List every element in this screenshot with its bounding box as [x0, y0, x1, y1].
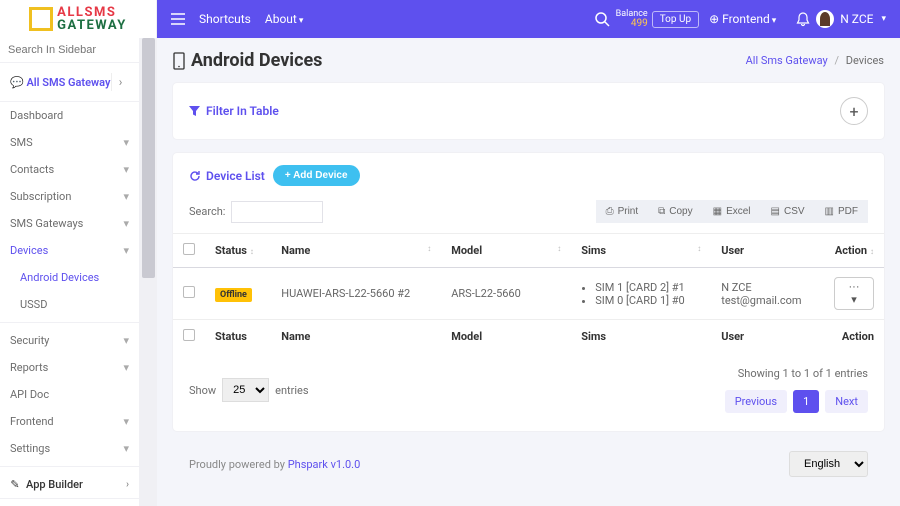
sidebar-item-sms[interactable]: SMS▾ — [0, 129, 139, 156]
pdf-button[interactable]: ▥PDF — [815, 200, 868, 223]
col-status[interactable]: Status↕ — [205, 234, 271, 268]
excel-icon: ▦ — [713, 206, 722, 217]
sidebar-sub-android-devices[interactable]: Android Devices — [0, 264, 139, 291]
sidebar-sub-ussd[interactable]: USSD — [0, 291, 139, 318]
table-search-input[interactable] — [231, 201, 323, 223]
cell-sims: SIM 1 [CARD 2] #1 SIM 0 [CARD 1] #0 — [571, 268, 711, 320]
select-all-checkbox-footer[interactable] — [183, 329, 195, 341]
sidebar-item-api-doc[interactable]: API Doc — [0, 381, 139, 408]
sidebar-item-frontend[interactable]: Frontend▾ — [0, 408, 139, 435]
cell-model: ARS-L22-5660 — [441, 268, 571, 320]
sidebar-scrollbar[interactable] — [140, 38, 157, 506]
balance-display: Balance 499 — [616, 10, 648, 29]
search-label: Search: — [189, 205, 225, 218]
main-content: Android Devices All Sms Gateway / Device… — [157, 38, 900, 506]
status-badge: Offline — [215, 288, 252, 302]
col-model[interactable]: Model↕ — [441, 234, 571, 268]
pager: Previous 1 Next — [725, 390, 868, 413]
sidebar-search-input[interactable] — [0, 38, 139, 63]
col-action: Action↕ — [824, 234, 884, 268]
excel-button[interactable]: ▦Excel — [703, 200, 761, 223]
brand-logo[interactable]: ALLSMS GATEWAY — [0, 0, 157, 38]
col-sims[interactable]: Sims↕ — [571, 234, 711, 268]
cell-name: HUAWEI-ARS-L22-5660 #2 — [271, 268, 441, 320]
pager-next[interactable]: Next — [825, 390, 868, 413]
pen-icon: ✎ — [10, 478, 20, 491]
add-filter-button[interactable]: + — [840, 97, 868, 125]
sidebar-item-contacts[interactable]: Contacts▾ — [0, 156, 139, 183]
logo-icon — [29, 7, 53, 31]
search-icon[interactable] — [595, 12, 610, 27]
add-device-button[interactable]: + Add Device — [273, 165, 360, 186]
chevron-right-icon[interactable]: › — [111, 73, 129, 91]
nav-about[interactable]: About▾ — [265, 12, 303, 26]
copy-button[interactable]: ⧉Copy — [648, 200, 703, 223]
user-menu[interactable]: N ZCE▾ — [816, 10, 886, 28]
filter-icon — [189, 106, 200, 117]
pdf-icon: ▥ — [825, 206, 834, 217]
page-footer: Proudly powered by Phspark v1.0.0 Englis… — [173, 445, 884, 483]
sidebar: 💬 All SMS Gateway › Dashboard SMS▾ Conta… — [0, 38, 140, 506]
breadcrumb-leaf: Devices — [846, 54, 884, 67]
breadcrumb-root[interactable]: All Sms Gateway — [746, 54, 828, 67]
hamburger-icon[interactable] — [171, 13, 185, 25]
footer-link[interactable]: Phspark v1.0.0 — [288, 458, 361, 471]
pager-current[interactable]: 1 — [793, 390, 819, 413]
avatar — [816, 10, 834, 28]
devices-table: Status↕ Name↕ Model↕ Sims↕ User Action↕ … — [173, 233, 884, 353]
print-icon: ⎙ — [606, 206, 614, 217]
entries-select[interactable]: 25 — [222, 378, 269, 402]
sidebar-item-settings[interactable]: Settings▾ — [0, 435, 139, 462]
frontend-menu[interactable]: ⊕ Frontend▾ — [709, 12, 776, 26]
sidebar-home-link[interactable]: 💬 All SMS Gateway — [10, 76, 110, 89]
topbar: Shortcuts About▾ Balance 499 Top Up ⊕ Fr… — [157, 0, 900, 38]
sidebar-item-sms-gateways[interactable]: SMS Gateways▾ — [0, 210, 139, 237]
sidebar-item-security[interactable]: Security▾ — [0, 327, 139, 354]
row-action-button[interactable]: ··· ▾ — [834, 277, 874, 310]
logo-text: ALLSMS GATEWAY — [57, 6, 127, 32]
sidebar-item-subscription[interactable]: Subscription▾ — [0, 183, 139, 210]
breadcrumb: All Sms Gateway / Devices — [746, 54, 884, 67]
sidebar-item-app-builder[interactable]: ✎App Builder› — [0, 471, 139, 499]
pager-prev[interactable]: Previous — [725, 390, 787, 413]
topup-button[interactable]: Top Up — [652, 11, 699, 28]
select-all-checkbox[interactable] — [183, 243, 195, 255]
sidebar-item-devices[interactable]: Devices▾ — [0, 237, 139, 264]
csv-icon: ▤ — [771, 206, 780, 217]
cell-user: N ZCE test@gmail.com — [711, 268, 824, 320]
col-name[interactable]: Name↕ — [271, 234, 441, 268]
pagination-info: Showing 1 to 1 of 1 entries — [725, 367, 868, 380]
csv-button[interactable]: ▤CSV — [761, 200, 815, 223]
copy-icon: ⧉ — [658, 206, 665, 217]
print-button[interactable]: ⎙Print — [596, 200, 649, 223]
page-title: Android Devices — [173, 50, 322, 71]
phone-icon — [173, 52, 185, 70]
export-buttons: ⎙Print ⧉Copy ▦Excel ▤CSV ▥PDF — [596, 200, 868, 223]
sidebar-item-dashboard[interactable]: Dashboard — [0, 102, 139, 129]
nav-shortcuts[interactable]: Shortcuts — [199, 12, 251, 26]
language-select[interactable]: English — [789, 451, 868, 477]
sidebar-item-reports[interactable]: Reports▾ — [0, 354, 139, 381]
refresh-icon[interactable] — [189, 170, 201, 182]
bell-icon[interactable] — [796, 12, 810, 27]
sidebar-item-frontend2[interactable]: ⊕Frontend› — [0, 499, 139, 506]
filter-toggle[interactable]: Filter In Table — [189, 104, 279, 118]
col-user[interactable]: User — [711, 234, 824, 268]
device-list-title: Device List — [189, 169, 265, 183]
table-row: Offline HUAWEI-ARS-L22-5660 #2 ARS-L22-5… — [173, 268, 884, 320]
row-checkbox[interactable] — [183, 286, 195, 298]
